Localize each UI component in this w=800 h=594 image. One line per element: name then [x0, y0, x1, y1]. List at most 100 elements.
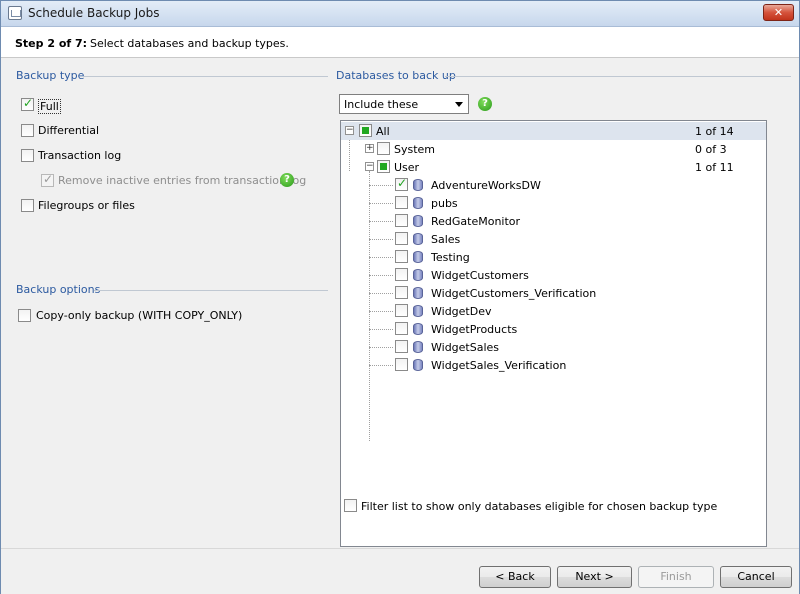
tree-label-system: System: [394, 143, 435, 156]
db-label: AdventureWorksDW: [431, 179, 541, 192]
database-icon: [413, 215, 423, 227]
tree-row-db[interactable]: AdventureWorksDW: [341, 176, 766, 194]
database-icon: [413, 179, 423, 191]
tree-connector: [369, 365, 393, 366]
database-icon: [413, 233, 423, 245]
title-bar: Schedule Backup Jobs ✕: [1, 1, 799, 27]
database-icon: [413, 323, 423, 335]
tree-count-all: 1 of 14: [695, 125, 734, 138]
database-icon: [413, 341, 423, 353]
full-label[interactable]: Full: [38, 99, 61, 114]
tree-row-db[interactable]: WidgetCustomers_Verification: [341, 284, 766, 302]
database-tree[interactable]: − All 1 of 14 + System 0 of 3 − User 1 o…: [340, 120, 767, 547]
tree-row-db[interactable]: Testing: [341, 248, 766, 266]
tree-row-db[interactable]: WidgetSales: [341, 338, 766, 356]
tree-row-db[interactable]: WidgetDev: [341, 302, 766, 320]
db-label: WidgetDev: [431, 305, 491, 318]
databases-heading: Databases to back up: [336, 69, 456, 82]
tree-count-user: 1 of 11: [695, 161, 734, 174]
database-icon: [413, 197, 423, 209]
filter-eligible-checkbox[interactable]: [344, 499, 357, 512]
db-checkbox[interactable]: [395, 322, 408, 335]
tree-label-user: User: [394, 161, 419, 174]
step-label: Step 2 of 7:: [15, 37, 87, 50]
tree-count-system: 0 of 3: [695, 143, 727, 156]
backup-options-heading: Backup options: [16, 283, 100, 296]
tree-connector: [369, 221, 393, 222]
finish-button: Finish: [638, 566, 714, 588]
db-checkbox[interactable]: [395, 268, 408, 281]
db-checkbox[interactable]: [395, 286, 408, 299]
db-checkbox[interactable]: [395, 214, 408, 227]
cancel-button[interactable]: Cancel: [720, 566, 792, 588]
filter-eligible-label[interactable]: Filter list to show only databases eligi…: [361, 500, 717, 513]
db-checkbox[interactable]: [395, 304, 408, 317]
tree-row-db[interactable]: WidgetProducts: [341, 320, 766, 338]
copy-only-label[interactable]: Copy-only backup (WITH COPY_ONLY): [36, 309, 242, 322]
filegroups-checkbox[interactable]: [21, 199, 34, 212]
db-label: WidgetProducts: [431, 323, 517, 336]
db-label: pubs: [431, 197, 458, 210]
remove-inactive-checkbox: [41, 174, 54, 187]
db-label: RedGateMonitor: [431, 215, 520, 228]
tree-connector: [369, 185, 393, 186]
expand-icon[interactable]: +: [365, 144, 374, 153]
db-checkbox[interactable]: [395, 232, 408, 245]
collapse-icon[interactable]: −: [365, 162, 374, 171]
user-checkbox[interactable]: [377, 160, 390, 173]
db-label: WidgetSales: [431, 341, 499, 354]
database-icon: [413, 305, 423, 317]
tree-row-db[interactable]: pubs: [341, 194, 766, 212]
tree-row-all[interactable]: − All 1 of 14: [341, 122, 766, 140]
tree-connector: [369, 257, 393, 258]
db-label: Sales: [431, 233, 460, 246]
tree-label-all: All: [376, 125, 390, 138]
filegroups-label[interactable]: Filegroups or files: [38, 199, 135, 212]
wizard-footer: < Back Next > Finish Cancel: [1, 548, 799, 594]
close-button[interactable]: ✕: [763, 4, 794, 21]
app-icon: [8, 6, 22, 20]
differential-label[interactable]: Differential: [38, 124, 99, 137]
db-label: Testing: [431, 251, 470, 264]
help-icon[interactable]: ?: [478, 97, 492, 111]
all-checkbox[interactable]: [359, 124, 372, 137]
step-header: Step 2 of 7: Select databases and backup…: [1, 27, 799, 58]
backup-type-heading: Backup type: [16, 69, 84, 82]
full-checkbox[interactable]: [21, 98, 34, 111]
schedule-backup-window: Schedule Backup Jobs ✕ Step 2 of 7: Sele…: [0, 0, 800, 594]
tree-row-user[interactable]: − User 1 of 11: [341, 158, 766, 176]
tree-row-db[interactable]: Sales: [341, 230, 766, 248]
include-filter-value: Include these: [344, 98, 418, 111]
help-icon[interactable]: ?: [280, 173, 294, 187]
db-checkbox[interactable]: [395, 178, 408, 191]
step-description: Select databases and backup types.: [90, 37, 289, 50]
transaction-log-label[interactable]: Transaction log: [38, 149, 121, 162]
database-icon: [413, 269, 423, 281]
back-button[interactable]: < Back: [479, 566, 551, 588]
collapse-icon[interactable]: −: [345, 126, 354, 135]
divider: [445, 76, 791, 77]
include-filter-select[interactable]: Include these: [339, 94, 469, 114]
tree-connector: [369, 311, 393, 312]
db-checkbox[interactable]: [395, 250, 408, 263]
window-title: Schedule Backup Jobs: [28, 6, 160, 20]
tree-row-db[interactable]: RedGateMonitor: [341, 212, 766, 230]
tree-row-db[interactable]: WidgetSales_Verification: [341, 356, 766, 374]
db-checkbox[interactable]: [395, 340, 408, 353]
db-checkbox[interactable]: [395, 196, 408, 209]
chevron-down-icon: [452, 97, 466, 111]
wizard-content: Backup type Full Differential Transactio…: [1, 58, 799, 548]
tree-row-system[interactable]: + System 0 of 3: [341, 140, 766, 158]
system-checkbox[interactable]: [377, 142, 390, 155]
db-checkbox[interactable]: [395, 358, 408, 371]
remove-inactive-label: Remove inactive entries from transaction…: [58, 174, 306, 187]
next-button[interactable]: Next >: [557, 566, 632, 588]
db-label: WidgetCustomers_Verification: [431, 287, 596, 300]
differential-checkbox[interactable]: [21, 124, 34, 137]
tree-row-db[interactable]: WidgetCustomers: [341, 266, 766, 284]
tree-connector: [369, 239, 393, 240]
database-icon: [413, 251, 423, 263]
divider: [83, 76, 328, 77]
transaction-log-checkbox[interactable]: [21, 149, 34, 162]
copy-only-checkbox[interactable]: [18, 309, 31, 322]
